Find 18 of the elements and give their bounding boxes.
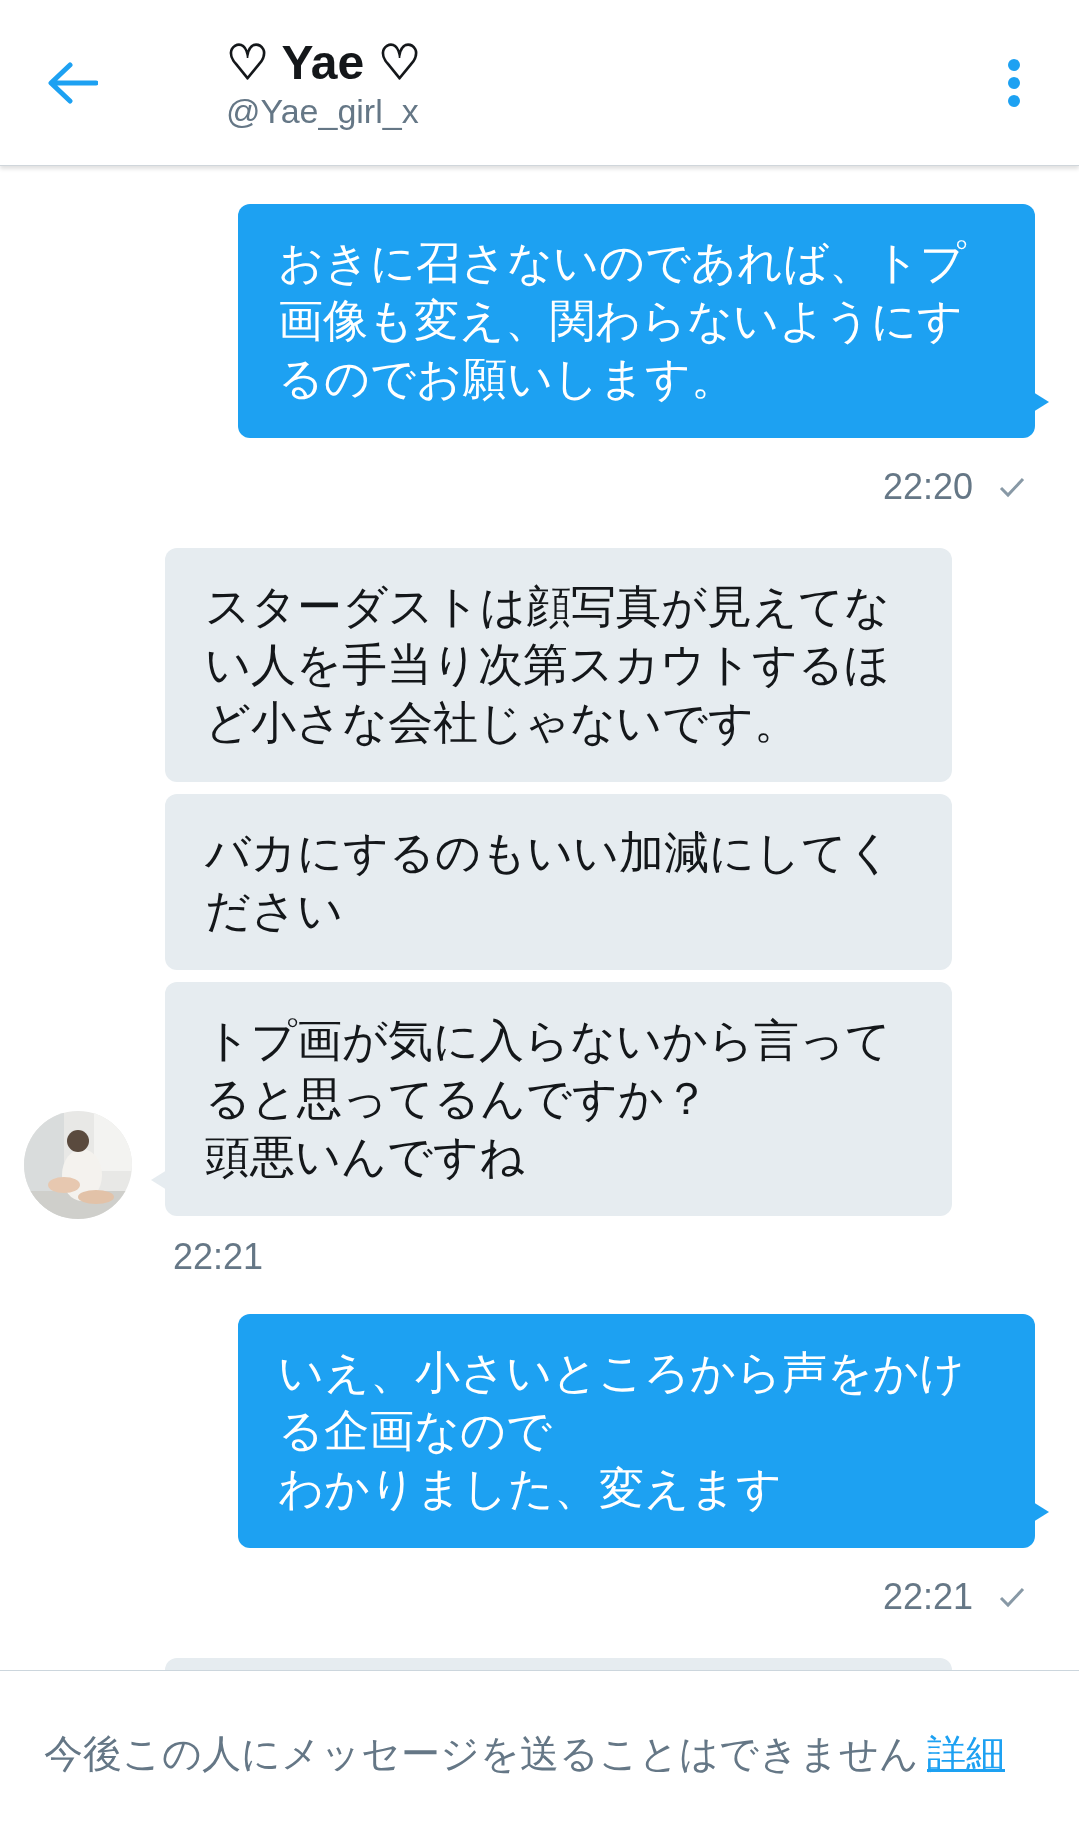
- blocked-notice: 今後この人にメッセージを送ることはできません: [44, 1731, 919, 1778]
- message-text: いえ、小さいところから声をかける企画なので: [278, 1346, 966, 1458]
- message-text: 頭悪いんですね: [205, 1130, 526, 1184]
- message-time: 22:21: [882, 1575, 973, 1619]
- details-link[interactable]: 詳細: [927, 1725, 1005, 1784]
- message-time: 22:21: [173, 1235, 264, 1279]
- sent-check-icon: [999, 1586, 1025, 1608]
- back-icon[interactable]: [46, 60, 98, 105]
- more-options-icon[interactable]: [1007, 57, 1021, 108]
- sent-check-icon: [999, 476, 1025, 498]
- message-text: トプ画が気に入らないから言ってると思ってるんですか？: [205, 1014, 892, 1126]
- message-text: おきに召さないのであれば、トプ画像も変え、関わらないようにするのでお願いします。: [278, 236, 967, 406]
- message-text: バカにするのもいい加減にしてください: [205, 826, 894, 938]
- contact-handle: @Yae_girl_x: [226, 90, 420, 131]
- message-time: 22:20: [882, 465, 973, 509]
- contact-name: ♡ Yae ♡: [226, 34, 421, 91]
- message-text: スターダストは顔写真が見えてない人を手当り次第スカウトするほど小さな会社じゃないです。: [205, 580, 891, 750]
- message-text: わかりました、変えます: [278, 1462, 783, 1516]
